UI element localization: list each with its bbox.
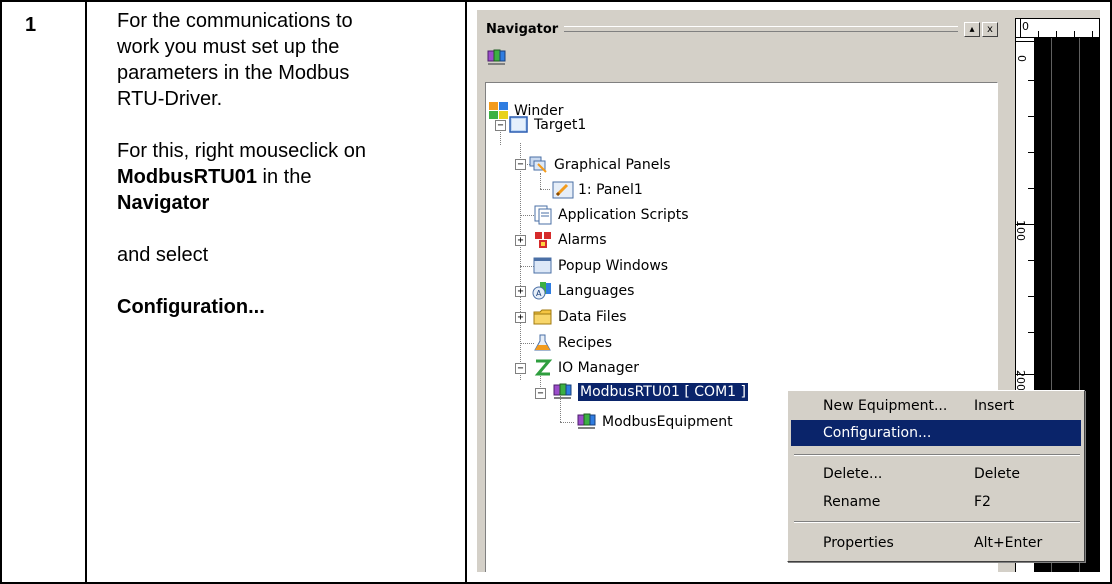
menu-item-shortcut: Alt+Enter [974,535,1043,551]
column-divider [85,0,87,584]
popup-window-icon [533,257,552,274]
tree-node-application-scripts[interactable]: Application Scripts [532,204,689,226]
tree-node-data-files[interactable]: Data Files [532,306,627,328]
close-button[interactable]: x [982,21,998,37]
tree-node-modbus-rtu01[interactable]: ModbusRTU01 [ COM1 ] [552,381,749,403]
tree-node-recipes[interactable]: Recipes [532,332,612,354]
tree-node-panel1[interactable]: 1: Panel1 [552,179,643,201]
instruction-line: and select [117,244,209,266]
tree-label: Data Files [558,309,627,325]
menu-separator [794,454,1080,456]
scripts-icon [534,205,552,225]
tree-node-modbus-equipment[interactable]: ModbusEquipment [576,411,733,433]
pin-button[interactable]: ▴ [964,21,980,37]
menu-item-label: Configuration... [823,425,932,441]
instruction-line: work you must set up the [117,36,340,58]
collapse-toggle[interactable]: − [515,363,526,374]
tree-label: ModbusEquipment [602,414,733,430]
menu-item-shortcut: Delete [974,466,1020,482]
project-icon [489,102,508,119]
tree-label-selected: ModbusRTU01 [ COM1 ] [577,382,749,402]
flask-icon [534,334,551,351]
tree-node-alarms[interactable]: Alarms [532,229,607,251]
tree-node-graphical-panels[interactable]: Graphical Panels [528,154,671,176]
drag-grip[interactable] [564,26,958,32]
step-number: 1 [25,14,37,36]
tree-label: Alarms [558,232,607,248]
menu-item-label: New Equipment... [823,398,948,414]
tree-label: IO Manager [558,360,639,376]
menu-item-shortcut: F2 [974,494,991,510]
ruler-label: 0 [1022,20,1029,33]
tree-label: Recipes [558,335,613,351]
collapse-toggle[interactable]: − [535,388,546,399]
bold-term-configuration: Configuration... [117,296,265,318]
horizontal-ruler: 0 [1015,18,1100,38]
menu-item-rename[interactable]: Rename F2 [791,489,1081,515]
collapse-toggle[interactable]: − [495,120,506,131]
collapse-toggle[interactable]: − [515,159,526,170]
equipment-icon [577,413,596,429]
instruction-line: For this, right mouseclick on [117,140,366,162]
alarm-icon [535,232,551,248]
menu-item-properties[interactable]: Properties Alt+Enter [791,530,1081,556]
tree-label: Languages [558,283,635,299]
instruction-line: ModbusRTU01 in the [117,164,457,190]
menu-item-label: Rename [823,494,881,510]
driver-icon [553,383,572,399]
menu-item-shortcut: Insert [974,398,1015,414]
ruler-label: 0 [1015,55,1028,62]
io-manager-icon [534,359,553,376]
instruction-line: For the communications to [117,10,353,32]
menu-item-label: Delete... [823,466,883,482]
menu-separator [794,521,1080,523]
expand-toggle[interactable]: + [515,286,526,297]
tree-label: 1: Panel1 [578,182,643,198]
tree-label: Target1 [534,117,587,133]
expand-toggle[interactable]: + [515,235,526,246]
menu-item-new-equipment[interactable]: New Equipment... Insert [791,393,1081,419]
menu-item-configuration[interactable]: Configuration... [791,420,1081,446]
instruction-fragment: in the [257,166,312,188]
bold-term-modbus: ModbusRTU01 [117,166,257,188]
svg-text:A: A [536,289,542,298]
tree-node-languages[interactable]: A Languages [532,280,634,302]
equipment-icon[interactable] [486,48,508,68]
instruction-text: For the communications to work you must … [117,8,457,320]
folder-icon [533,309,552,325]
tree-node-target1[interactable]: Target1 [508,114,586,136]
panel-icon [552,181,574,199]
menu-item-delete[interactable]: Delete... Delete [791,461,1081,487]
navigator-title: Navigator [486,21,559,37]
menu-item-label: Properties [823,535,894,551]
column-divider [465,0,467,584]
tree-node-popup-windows[interactable]: Popup Windows [532,255,668,277]
tree-label: Application Scripts [558,207,689,223]
tree-label: Popup Windows [558,258,669,274]
navigator-toolbar [482,40,1000,82]
panels-icon [529,156,547,173]
context-menu: New Equipment... Insert Configuration...… [787,390,1085,562]
instruction-line: RTU-Driver. [117,88,223,110]
tree-node-io-manager[interactable]: IO Manager [532,357,639,379]
languages-icon: A [532,282,551,300]
bold-term-navigator: Navigator [117,192,210,214]
navigator-title-bar[interactable]: Navigator ▴ x [482,18,1000,40]
tree-label: Graphical Panels [554,157,671,173]
expand-toggle[interactable]: + [515,312,526,323]
target-icon [509,116,528,133]
instruction-line: parameters in the Modbus [117,62,350,84]
